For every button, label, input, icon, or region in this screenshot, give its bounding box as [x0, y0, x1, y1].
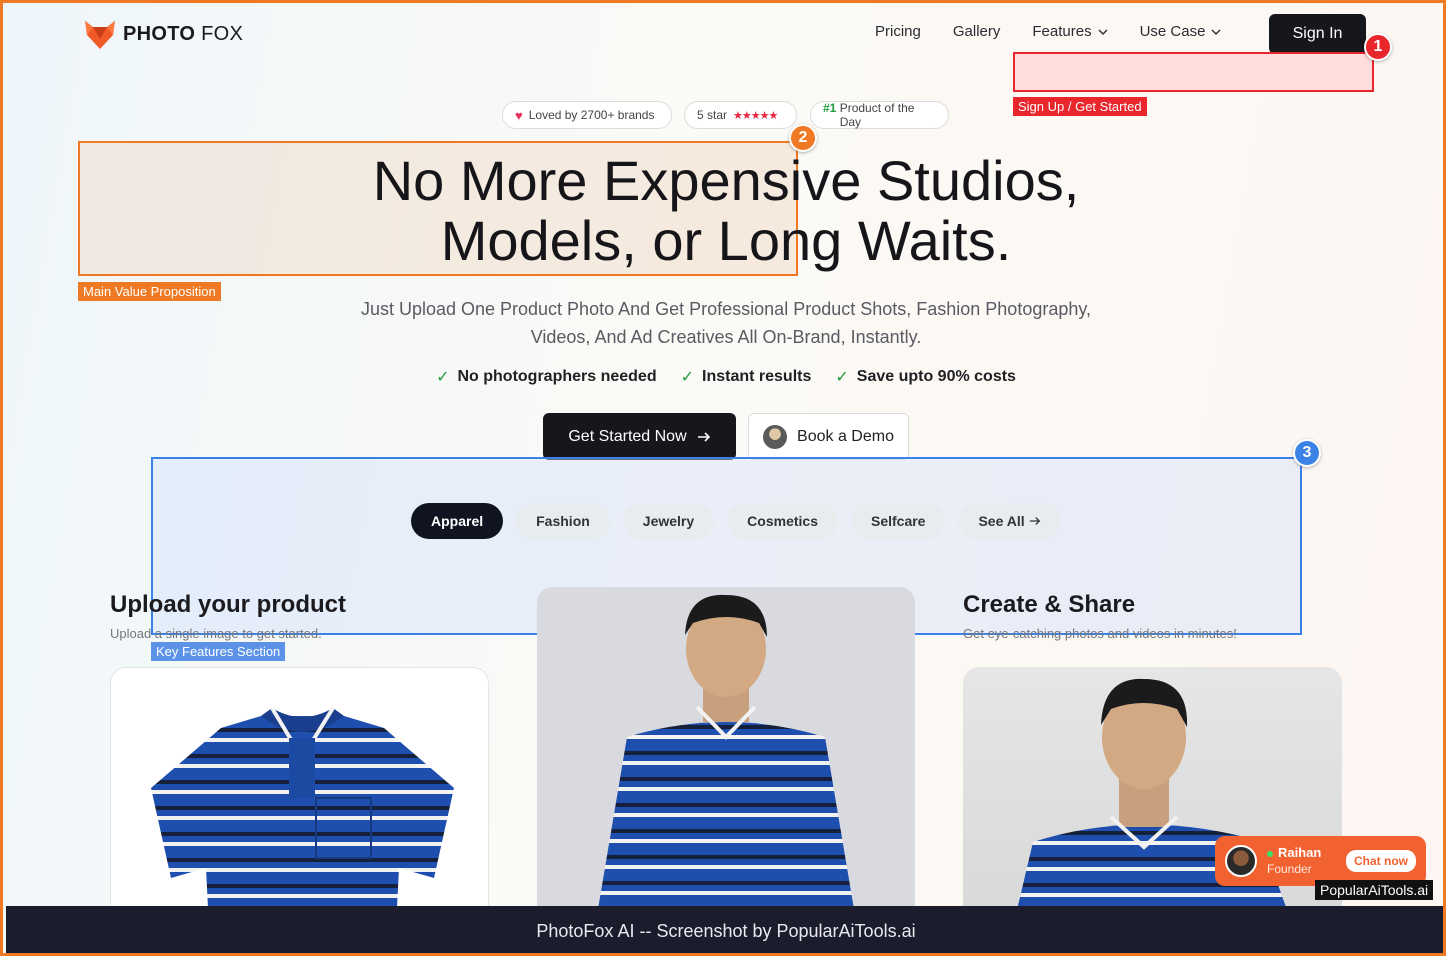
nav-use-case[interactable]: Use Case [1140, 23, 1222, 40]
check-icon: ✓ [680, 369, 694, 386]
get-started-button[interactable]: Get Started Now [543, 413, 736, 460]
product-of-day-badge: #1 Product of the Day [810, 101, 949, 129]
avatar [1225, 845, 1257, 877]
share-result-card[interactable] [963, 667, 1342, 927]
rating-badge: 5 star ★★★★★ [684, 101, 797, 129]
benefit-list: ✓ No photographers needed ✓ Instant result… [3, 367, 1443, 387]
model-closeup-image [1013, 678, 1293, 927]
tab-cosmetics[interactable]: Cosmetics [727, 503, 838, 539]
product-upload-card[interactable] [110, 667, 489, 927]
benefit-item: ✓ No photographers needed [436, 368, 657, 386]
annotation-number-3: 3 [1293, 439, 1321, 467]
chat-agent-role: Founder [1267, 862, 1312, 876]
chevron-down-icon [1211, 28, 1221, 35]
star-rating-icon: ★★★★★ [733, 109, 778, 122]
tab-apparel[interactable]: Apparel [411, 503, 504, 539]
annotation-number-1: 1 [1364, 33, 1392, 61]
upload-step-title: Upload your product [110, 591, 346, 618]
category-tabs: Apparel Fashion Jewelry Cosmetics Selfca… [411, 503, 1061, 539]
chat-now-button[interactable]: Chat now [1346, 850, 1416, 872]
rank-text: #1 [823, 101, 837, 115]
chevron-down-icon [1098, 28, 1108, 35]
check-icon: ✓ [835, 369, 849, 386]
product-of-day-text: Product of the Day [839, 101, 915, 129]
share-step-subtitle: Get eye-catching photos and videos in mi… [963, 626, 1237, 641]
brand-name: PHOTO FOX [123, 22, 244, 45]
hero-headline: No More Expensive Studios, Models, or Lon… [372, 149, 1080, 272]
sign-in-button[interactable]: Sign In [1269, 14, 1366, 54]
model-photo-image [595, 594, 857, 927]
benefit-item: ✓ Save upto 90% costs [835, 368, 1016, 386]
check-icon: ✓ [436, 369, 450, 386]
tab-see-all[interactable]: See All [958, 503, 1061, 539]
annotation-highlight-signup [1013, 52, 1374, 92]
tab-jewelry[interactable]: Jewelry [622, 503, 715, 539]
main-nav: Pricing Gallery Features Use Case [875, 23, 1221, 40]
caption-bar: PhotoFox AI -- Screenshot by PopularAiTo… [6, 906, 1443, 953]
hero-subtitle: Just Upload One Product Photo And Get Pr… [360, 299, 1092, 347]
nav-gallery[interactable]: Gallery [953, 23, 1001, 40]
arrow-right-icon [1029, 517, 1040, 525]
polo-shirt-image [151, 706, 454, 926]
watermark: PopularAiTools.ai [1315, 880, 1434, 900]
benefit-item: ✓ Instant results [680, 368, 812, 386]
arrow-right-icon [697, 431, 710, 442]
tab-selfcare[interactable]: Selfcare [850, 503, 946, 539]
fox-logo-icon [85, 21, 115, 49]
annotation-label-signup: Sign Up / Get Started [1013, 97, 1147, 116]
brand-logo[interactable]: PHOTO FOX [83, 17, 243, 51]
annotation-number-2: 2 [789, 124, 817, 152]
book-demo-button[interactable]: Book a Demo [748, 413, 909, 460]
upload-step-subtitle: Upload a single image to get started. [110, 626, 322, 641]
nav-features[interactable]: Features [1032, 23, 1108, 40]
model-result-card[interactable] [537, 587, 915, 927]
loved-by-brands-badge: ♥ Loved by 2700+ brands [502, 101, 672, 129]
page-frame: PHOTO FOX Pricing Gallery Features Use C… [0, 0, 1446, 956]
avatar [763, 424, 788, 449]
annotation-label-value-prop: Main Value Proposition [78, 282, 221, 301]
chat-agent-name: Raihan [1267, 845, 1321, 861]
annotation-label-features: Key Features Section [151, 642, 286, 661]
rating-text: 5 star [697, 108, 728, 122]
nav-pricing[interactable]: Pricing [875, 23, 921, 40]
share-step-title: Create & Share [963, 591, 1136, 618]
chat-info: Raihan Founder [1267, 845, 1321, 877]
tab-fashion[interactable]: Fashion [516, 503, 610, 539]
loved-text: Loved by 2700+ brands [528, 108, 655, 122]
heart-icon: ♥ [515, 107, 523, 123]
chat-widget[interactable]: Raihan Founder Chat now [1215, 836, 1426, 886]
